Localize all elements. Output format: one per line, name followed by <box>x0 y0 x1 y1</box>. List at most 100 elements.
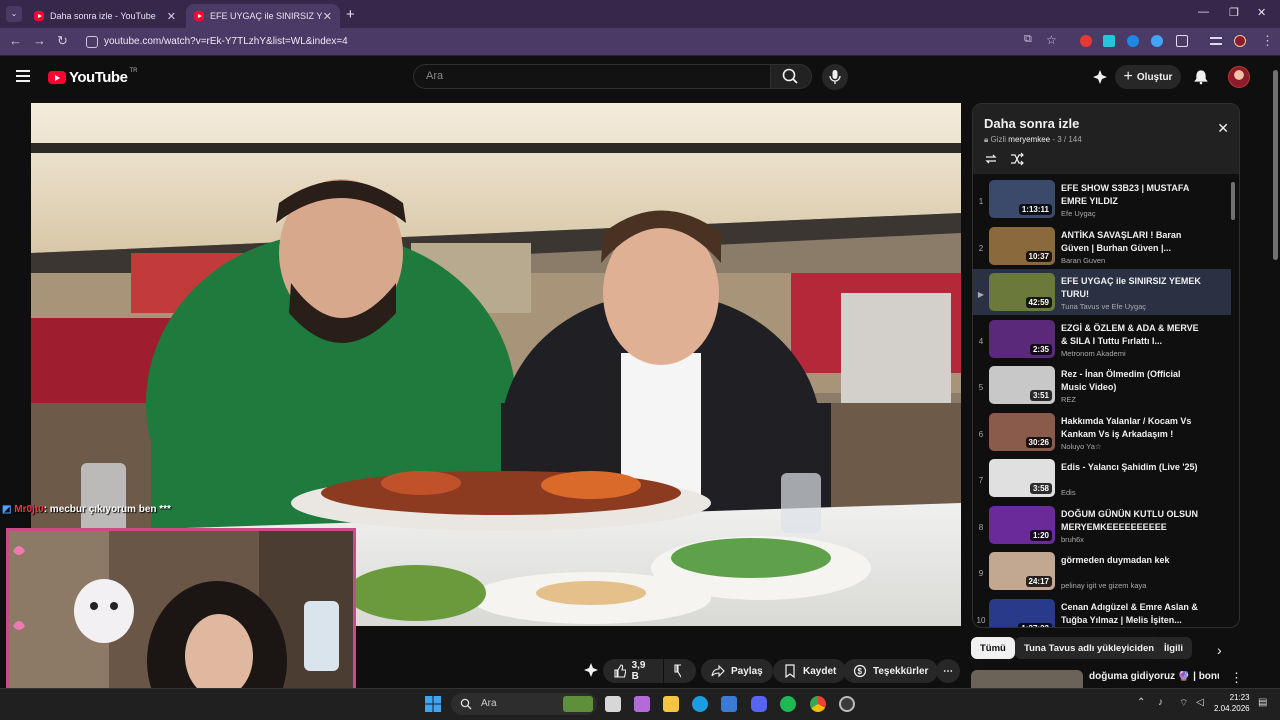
recommendation-menu-icon[interactable]: ⋮ <box>1230 670 1243 686</box>
copilot-icon[interactable] <box>634 696 650 712</box>
playlist-item-title[interactable]: Hakkımda Yalanlar / Kocam Vs Kankam Vs i… <box>1061 415 1201 441</box>
extension-icon[interactable] <box>1127 35 1139 47</box>
playlist-item-thumbnail[interactable]: 3:51 <box>989 366 1055 404</box>
playlist-item[interactable]: 8 1:20 DOĞUM GÜNÜN KUTLU OLSUN MERYEMKEEEE… <box>973 502 1231 548</box>
close-tab-icon[interactable]: ✕ <box>167 10 176 23</box>
forward-icon[interactable]: → <box>33 33 46 48</box>
more-actions-button[interactable]: ⋯ <box>936 659 960 683</box>
recommendation-thumbnail[interactable] <box>971 670 1083 688</box>
extension-icon[interactable] <box>1103 35 1115 47</box>
windows-start-icon[interactable] <box>425 696 441 712</box>
playlist-item-thumbnail[interactable]: 3:58 <box>989 459 1055 497</box>
playlist-item[interactable]: 9 24:17 görmeden duymadan kek pelinay igit … <box>973 548 1231 594</box>
playlist-item-channel[interactable]: bruh6x <box>1061 535 1084 544</box>
playlist-item-title[interactable]: DOĞUM GÜNÜN KUTLU OLSUN MERYEMKEEEEEEEEE… <box>1061 508 1201 534</box>
tray-microphone-icon[interactable]: ♪ <box>1158 697 1163 708</box>
save-button[interactable]: Kaydet <box>773 659 847 683</box>
file-explorer-icon[interactable] <box>663 696 679 712</box>
shuffle-icon[interactable] <box>1010 152 1024 166</box>
tray-overflow-icon[interactable]: ⌃ <box>1137 697 1145 708</box>
network-icon[interactable]: ⌔ <box>1179 697 1188 710</box>
playlist-item[interactable]: 2 10:37 ANTİKA SAVAŞLARI ! Baran Güven | B… <box>973 223 1231 269</box>
playlist-item-thumbnail[interactable]: 1:13:11 <box>989 180 1055 218</box>
youtube-logo[interactable]: YouTube TR <box>48 68 137 86</box>
playlist-item[interactable]: 5 3:51 Rez - İnan Ölmedim (Official Music … <box>973 362 1231 408</box>
playlist-item-channel[interactable]: Edis <box>1061 488 1076 497</box>
profile-avatar[interactable] <box>1234 35 1246 47</box>
browser-tab-current-video[interactable]: EFE UYGAÇ ile SINIRSIZ YEMEK ✕ <box>186 4 340 28</box>
playlist-item-channel[interactable]: pelinay igit ve gizem kaya <box>1061 581 1146 590</box>
playlist-item-title[interactable]: Rez - İnan Ölmedim (Official Music Video… <box>1061 368 1201 394</box>
playlist-item-thumbnail[interactable]: 24:17 <box>989 552 1055 590</box>
volume-icon[interactable]: ◁ <box>1196 697 1204 708</box>
voice-search-button[interactable] <box>822 64 848 90</box>
playlist-item-title[interactable]: EFE SHOW S3B23 | MUSTAFA EMRE YILDIZ <box>1061 182 1201 208</box>
discord-icon[interactable] <box>751 696 767 712</box>
playlist-item[interactable]: 1 1:13:11 EFE SHOW S3B23 | MUSTAFA EMRE YI… <box>973 176 1231 222</box>
premium-sparkle-icon[interactable] <box>1092 69 1108 85</box>
playlist-item[interactable]: ▶ 42:59 EFE UYGAÇ ile SINIRSIZ YEMEK TURU!… <box>973 269 1231 315</box>
search-input[interactable]: Ara <box>413 64 770 89</box>
obs-studio-icon[interactable] <box>839 696 855 712</box>
playlist-item-channel[interactable]: Baran Guven <box>1061 256 1105 265</box>
tab-search-button[interactable]: ⌄ <box>6 6 22 22</box>
playlist-item-channel[interactable]: Efe Uygaç <box>1061 209 1096 218</box>
playlist-item-channel[interactable]: Tuna Tavus ve Efe Uygaç <box>1061 302 1146 311</box>
create-button[interactable]: + Oluştur <box>1115 65 1181 89</box>
guide-menu-icon[interactable] <box>16 70 30 82</box>
playlist-item-thumbnail[interactable]: 10:37 <box>989 226 1055 265</box>
playlist-owner[interactable]: meryemkee <box>1008 135 1050 144</box>
playlist-item[interactable]: 6 30:26 Hakkımda Yalanlar / Kocam Vs Kanka… <box>973 409 1231 455</box>
playlist-item[interactable]: 4 2:35 EZGİ & ÖZLEM & ADA & MERVE & SILA I… <box>973 316 1231 362</box>
playlist-item-thumbnail[interactable]: 1:37:23 <box>989 598 1055 627</box>
back-icon[interactable]: ← <box>9 33 22 48</box>
extension-icon[interactable] <box>1080 35 1092 47</box>
playlist-item-channel[interactable]: Noluyo Ya☆ <box>1061 442 1102 451</box>
close-playlist-icon[interactable]: ✕ <box>1217 120 1229 137</box>
notifications-bell-icon[interactable] <box>1193 69 1209 85</box>
playlist-item-channel[interactable]: REZ <box>1061 395 1076 404</box>
playlist-item-channel[interactable]: Metronom Akademi <box>1061 349 1126 358</box>
chip-related[interactable]: İlgili <box>1155 637 1192 659</box>
cast-icon[interactable]: ⧉ <box>1024 33 1032 46</box>
playlist-item-title[interactable]: ANTİKA SAVAŞLARI ! Baran Güven | Burhan … <box>1061 229 1201 255</box>
chips-next-icon[interactable]: › <box>1217 642 1222 658</box>
loop-icon[interactable] <box>984 152 998 166</box>
thanks-button[interactable]: $ Teşekkürler <box>843 659 939 683</box>
microsoft-store-icon[interactable] <box>721 696 737 712</box>
account-avatar[interactable] <box>1228 66 1250 88</box>
chip-all[interactable]: Tümü <box>971 637 1015 659</box>
weather-widget-icon[interactable] <box>563 696 593 712</box>
reading-list-icon[interactable] <box>1210 37 1222 45</box>
playlist-item-title[interactable]: EZGİ & ÖZLEM & ADA & MERVE & SILA I Tutt… <box>1061 322 1201 348</box>
site-info-icon[interactable] <box>86 36 98 48</box>
new-tab-button[interactable]: + <box>346 6 355 23</box>
extension-icon[interactable] <box>1151 35 1163 47</box>
playlist-item-title[interactable]: Edis - Yalancı Şahidim (Live '25) <box>1061 461 1201 474</box>
search-button[interactable] <box>770 64 812 89</box>
task-view-icon[interactable] <box>605 696 621 712</box>
notification-center-icon[interactable]: ▤ <box>1258 697 1267 708</box>
edge-browser-icon[interactable] <box>692 696 708 712</box>
premium-sparkle-icon[interactable] <box>583 662 599 678</box>
playlist-item-thumbnail[interactable]: 2:35 <box>989 319 1055 358</box>
playlist-item-title[interactable]: görmeden duymadan kek <box>1061 554 1201 567</box>
spotify-icon[interactable] <box>780 696 796 712</box>
playlist-item[interactable]: 7 3:58 Edis - Yalancı Şahidim (Live '25) Ed… <box>973 455 1231 501</box>
chip-from-uploader[interactable]: Tuna Tavus adlı yükleyiciden <box>1015 637 1164 659</box>
playlist-scrollbar[interactable] <box>1231 182 1235 220</box>
bookmark-star-icon[interactable]: ☆ <box>1046 33 1057 47</box>
browser-menu-icon[interactable]: ⋮ <box>1261 33 1274 49</box>
extensions-puzzle-icon[interactable] <box>1176 35 1188 47</box>
dislike-button[interactable] <box>664 659 696 683</box>
maximize-icon[interactable]: ❐ <box>1229 6 1239 19</box>
url-field[interactable]: youtube.com/watch?v=rEk-Y7TLzhY&list=WL&… <box>82 32 1082 52</box>
playlist-title[interactable]: Daha sonra izle <box>984 116 1079 131</box>
recommendation-title[interactable]: doğuma gidiyoruz 🔮 | bonus <box>1089 671 1219 682</box>
reload-icon[interactable]: ↻ <box>57 33 68 49</box>
browser-tab-watch-later[interactable]: Daha sonra izle - YouTube ✕ <box>26 4 184 28</box>
playlist-item-thumbnail[interactable]: 1:20 <box>989 505 1055 544</box>
like-button[interactable]: 3,9 B <box>603 659 663 683</box>
share-button[interactable]: Paylaş <box>701 659 773 683</box>
playlist-item-title[interactable]: Cenan Adıgüzel & Emre Aslan & Tuğba Yılm… <box>1061 601 1201 627</box>
